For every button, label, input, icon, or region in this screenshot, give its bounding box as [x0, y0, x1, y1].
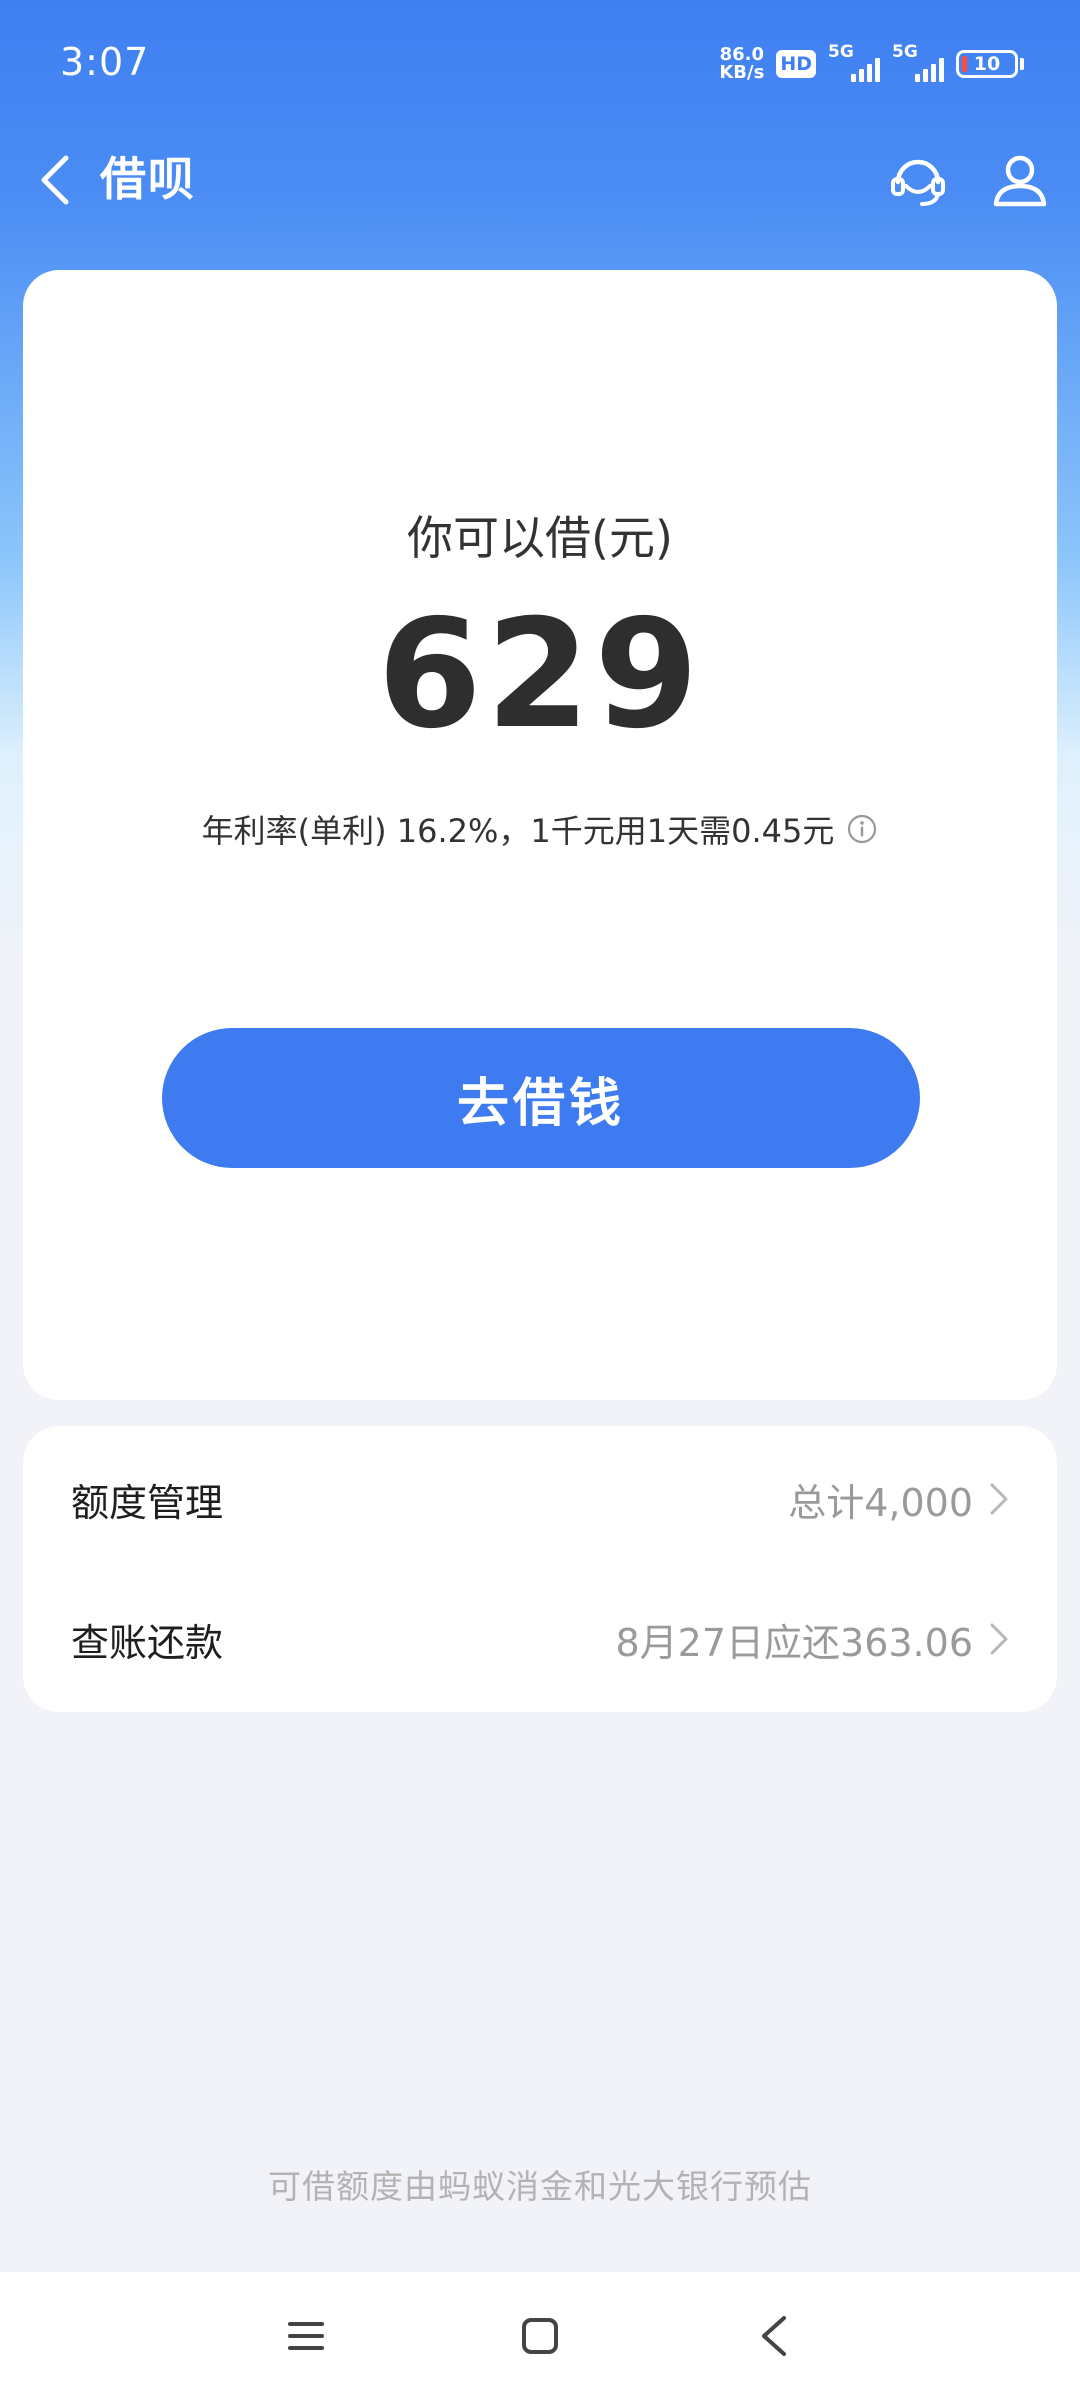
hd-badge: HD	[776, 50, 816, 78]
network-speed: 86.0 KB/s	[719, 46, 764, 82]
profile-button[interactable]	[984, 144, 1056, 216]
signal-icon: 5G	[892, 42, 944, 82]
signal-icon: 5G	[828, 42, 880, 82]
interest-rate-row: 年利率(单利) 16.2%，1千元用1天需0.45元	[23, 806, 1057, 852]
user-icon	[993, 155, 1047, 207]
info-icon[interactable]	[846, 813, 878, 845]
battery-level: 10	[973, 53, 1001, 75]
menu-icon	[288, 2322, 324, 2350]
network-speed-unit: KB/s	[719, 62, 765, 83]
customer-service-button[interactable]	[882, 144, 954, 216]
system-home-button[interactable]	[506, 2302, 574, 2370]
system-menu-button[interactable]	[272, 2302, 340, 2370]
chevron-right-icon	[981, 1481, 1017, 1517]
system-nav-bar	[0, 2272, 1080, 2400]
signal-2-label: 5G	[892, 42, 918, 62]
home-square-icon	[522, 2318, 558, 2354]
available-amount-label: 你可以借(元)	[407, 511, 673, 565]
back-triangle-icon	[762, 2316, 786, 2356]
chevron-right-icon	[981, 1621, 1017, 1657]
available-amount: 629	[377, 588, 703, 762]
back-button[interactable]	[24, 148, 88, 212]
loan-card: 你可以借(元) 629 年利率(单利) 16.2%，1千元用1天需0.45元 去…	[23, 270, 1057, 1400]
menu-item-label: 额度管理	[71, 1480, 224, 1525]
menu-item-value: 总计4,000	[788, 1480, 973, 1525]
chevron-left-icon	[41, 155, 69, 205]
status-icons: 86.0 KB/s HD 5G 5G 10	[719, 42, 1024, 84]
menu-card: 额度管理 总计4,000 查账还款 8月27日应还363.06	[23, 1426, 1057, 1712]
menu-item-label: 查账还款	[71, 1620, 224, 1665]
borrow-button[interactable]: 去借钱	[162, 1028, 920, 1168]
app-header: 借呗	[0, 130, 1080, 230]
credit-estimate-note: 可借额度由蚂蚁消金和光大银行预估	[268, 2167, 812, 2206]
system-back-button[interactable]	[740, 2302, 808, 2370]
menu-item-credit-management[interactable]: 额度管理 总计4,000	[23, 1429, 1057, 1569]
menu-item-value: 8月27日应还363.06	[615, 1620, 974, 1665]
status-time: 3:07	[60, 40, 150, 84]
battery-icon: 10	[956, 50, 1024, 78]
status-bar: 3:07 86.0 KB/s HD 5G 5G 10	[0, 0, 1080, 130]
signal-1-label: 5G	[828, 42, 854, 62]
menu-item-bill-repayment[interactable]: 查账还款 8月27日应还363.06	[23, 1569, 1057, 1709]
interest-rate-text: 年利率(单利) 16.2%，1千元用1天需0.45元	[201, 812, 835, 850]
customer-service-icon	[891, 159, 945, 206]
page-title: 借呗	[100, 152, 196, 206]
